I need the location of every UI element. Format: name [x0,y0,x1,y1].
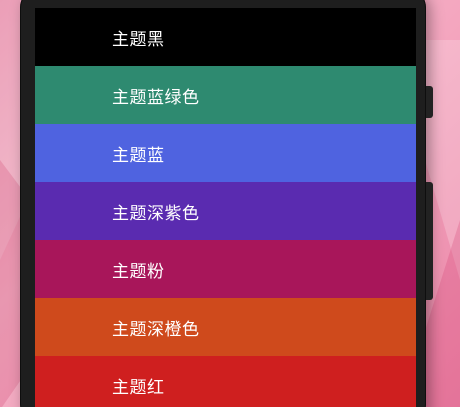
power-button [426,182,433,300]
theme-label: 主题黑 [112,29,165,50]
theme-item-teal[interactable]: 主题蓝绿色 [35,66,416,124]
theme-item-deep-orange[interactable]: 主题深橙色 [35,298,416,356]
theme-label: 主题蓝 [112,145,165,166]
theme-label: 主题蓝绿色 [112,87,200,108]
theme-item-red[interactable]: 主题红 [35,356,416,407]
theme-item-pink[interactable]: 主题粉 [35,240,416,298]
theme-item-blue[interactable]: 主题蓝 [35,124,416,182]
volume-button [426,86,433,118]
theme-label: 主题红 [112,377,165,398]
theme-label: 主题粉 [112,261,165,282]
theme-label: 主题深橙色 [112,319,200,340]
theme-item-deep-purple[interactable]: 主题深紫色 [35,182,416,240]
theme-list: 主题黑 主题蓝绿色 主题蓝 主题深紫色 主题粉 主题深橙色 主题红 [35,8,416,407]
theme-item-black[interactable]: 主题黑 [35,8,416,66]
theme-label: 主题深紫色 [112,203,200,224]
theme-screen: 主题黑 主题蓝绿色 主题蓝 主题深紫色 主题粉 主题深橙色 主题红 [35,8,416,407]
